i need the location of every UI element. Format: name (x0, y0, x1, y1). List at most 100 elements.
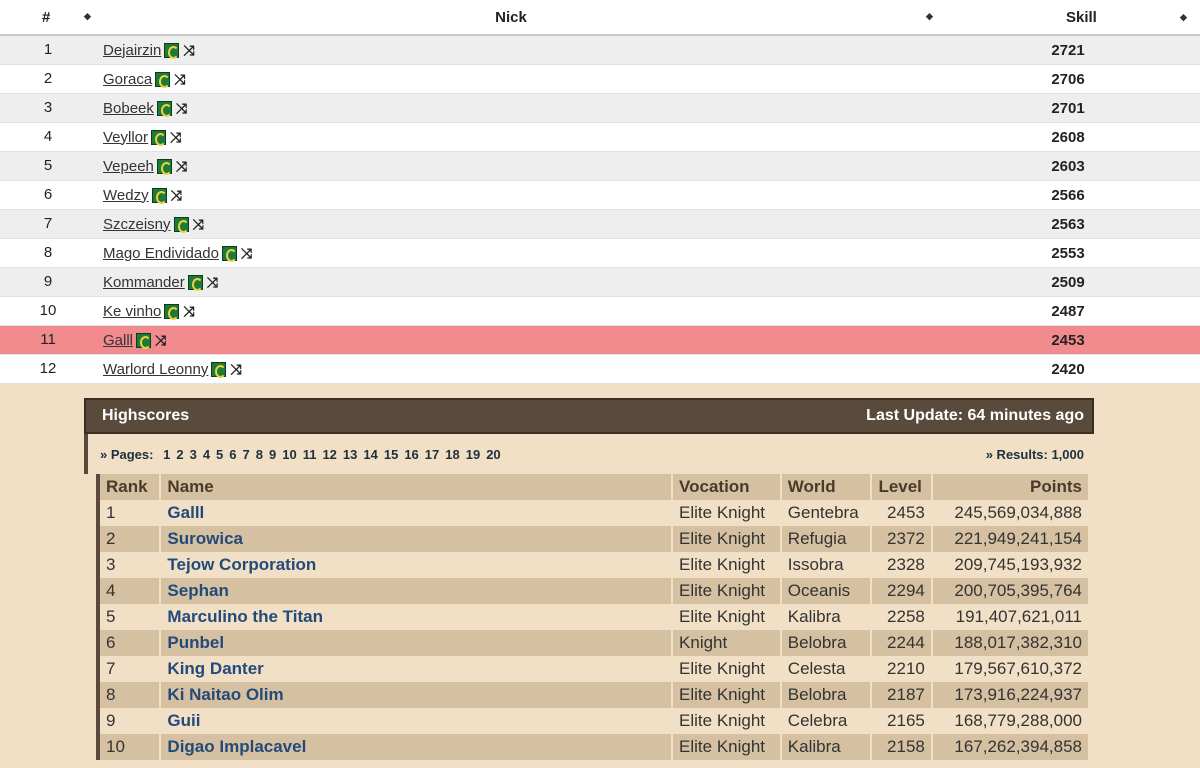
player-link[interactable]: Goraca (103, 71, 152, 88)
player-link[interactable]: Wedzy (103, 187, 149, 204)
tibia-icon[interactable] (164, 303, 180, 320)
page-link[interactable]: 10 (282, 447, 296, 462)
character-link[interactable]: Sephan (160, 578, 674, 604)
shuffle-icon[interactable]: ⤨ (183, 304, 194, 318)
page-link[interactable]: 9 (269, 447, 276, 462)
tibia-icon[interactable] (221, 245, 237, 262)
col-vocation: Vocation (672, 474, 782, 500)
player-link[interactable]: Veyllor (103, 129, 148, 146)
page-link[interactable]: 4 (203, 447, 210, 462)
character-link[interactable]: Marculino the Titan (160, 604, 674, 630)
player-link[interactable]: Ke vinho (103, 303, 161, 320)
shuffle-icon[interactable]: ⤨ (230, 362, 241, 376)
world-cell: Belobra (780, 630, 873, 656)
page-link[interactable]: 11 (303, 447, 317, 462)
nick-cell: Goraca ⤨ (103, 71, 993, 88)
page-link[interactable]: 15 (384, 447, 398, 462)
skill-cell: 2706 (1051, 70, 1085, 88)
player-link[interactable]: Szczeisny (103, 216, 171, 233)
character-link[interactable]: Guii (160, 708, 674, 734)
character-link[interactable]: Ki Naitao Olim (160, 682, 674, 708)
vocation-cell: Elite Knight (672, 604, 782, 630)
skill-header[interactable]: Skill ◆ (1066, 9, 1200, 26)
highscores-table: Rank Name Vocation World Level Points 1G… (100, 474, 1091, 760)
character-link[interactable]: Galll (160, 500, 674, 526)
tibia-icon[interactable] (155, 71, 171, 88)
rank-header[interactable]: # ◆ (0, 9, 96, 26)
shuffle-icon[interactable]: ⤨ (241, 246, 252, 260)
player-link[interactable]: Galll (103, 332, 133, 349)
tibia-icon[interactable] (211, 361, 227, 378)
page-link[interactable]: 18 (445, 447, 459, 462)
character-link[interactable]: King Danter (160, 656, 674, 682)
table-row: 1 Galll Elite Knight Gentebra 2453 245,569,03… (100, 500, 1091, 526)
shuffle-icon[interactable]: ⤨ (155, 333, 166, 347)
page-link[interactable]: 2 (176, 447, 183, 462)
page-link[interactable]: 1 (163, 447, 170, 462)
highscores-header: Highscores Last Update: 64 minutes ago (84, 398, 1094, 434)
player-link[interactable]: Warlord Leonny (103, 361, 208, 378)
tibia-icon[interactable] (156, 100, 172, 117)
player-link[interactable]: Dejairzin (103, 42, 161, 59)
sort-icon[interactable]: ◆ (84, 11, 91, 22)
shuffle-icon[interactable]: ⤨ (174, 72, 185, 86)
skill-cell: 2420 (1051, 360, 1085, 378)
world-cell: Gentebra (780, 500, 873, 526)
sort-icon[interactable]: ◆ (926, 11, 933, 22)
tibia-icon[interactable] (187, 274, 203, 291)
player-link[interactable]: Bobeek (103, 100, 154, 117)
tibia-icon[interactable] (151, 187, 167, 204)
page-link[interactable]: 13 (343, 447, 357, 462)
page-link[interactable]: 12 (322, 447, 336, 462)
world-cell: Celebra (780, 708, 873, 734)
page-link[interactable]: 14 (363, 447, 377, 462)
tibia-icon[interactable] (151, 129, 167, 146)
skill-cell: 2603 (1051, 157, 1085, 175)
shuffle-icon[interactable]: ⤨ (207, 275, 218, 289)
world-cell: Kalibra (780, 604, 873, 630)
tibia-icon[interactable] (173, 216, 189, 233)
pagination-bar: » Pages: 1 2 3 4 5 6 7 8 9 10 11 12 13 14 15 16 17 18 19 20… (84, 434, 1094, 474)
character-link[interactable]: Punbel (160, 630, 674, 656)
tibia-icon[interactable] (156, 158, 172, 175)
page-link[interactable]: 17 (425, 447, 439, 462)
page-link[interactable]: 8 (256, 447, 263, 462)
page-link[interactable]: 3 (190, 447, 197, 462)
character-link[interactable]: Digao Implacavel (160, 734, 674, 760)
points-cell: 200,705,395,764 (931, 578, 1091, 604)
shuffle-icon[interactable]: ⤨ (176, 101, 187, 115)
rank-cell: 2 (100, 526, 162, 552)
shuffle-icon[interactable]: ⤨ (170, 130, 181, 144)
tibia-icon[interactable] (136, 332, 152, 349)
table-row: 6 Wedzy ⤨ 2566 (0, 181, 1200, 210)
shuffle-icon[interactable]: ⤨ (183, 43, 194, 57)
vocation-cell: Elite Knight (672, 500, 782, 526)
page-link[interactable]: 20 (486, 447, 500, 462)
page-link[interactable]: 5 (216, 447, 223, 462)
level-cell: 2165 (871, 708, 933, 734)
player-link[interactable]: Mago Endividado (103, 245, 219, 262)
page-link[interactable]: 16 (404, 447, 418, 462)
rank-cell: 8 (100, 682, 162, 708)
sort-icon[interactable]: ◆ (1180, 12, 1187, 23)
shuffle-icon[interactable]: ⤨ (193, 217, 204, 231)
character-link[interactable]: Tejow Corporation (160, 552, 674, 578)
nick-header[interactable]: Nick (96, 9, 926, 26)
world-cell: Belobra (780, 682, 873, 708)
rank-cell: 1 (100, 500, 162, 526)
table-row: 8 Mago Endividado ⤨ 2553 (0, 239, 1200, 268)
world-cell: Oceanis (780, 578, 873, 604)
player-link[interactable]: Vepeeh (103, 158, 154, 175)
col-points: Points (931, 474, 1091, 500)
page-link[interactable]: 7 (243, 447, 250, 462)
character-link[interactable]: Surowica (160, 526, 674, 552)
page-link[interactable]: 6 (229, 447, 236, 462)
shuffle-icon[interactable]: ⤨ (176, 159, 187, 173)
vocation-cell: Elite Knight (672, 708, 782, 734)
player-link[interactable]: Kommander (103, 274, 185, 291)
skill-cell: 2721 (1051, 41, 1085, 59)
tibia-icon[interactable] (164, 42, 180, 59)
rank-cell: 6 (100, 630, 162, 656)
shuffle-icon[interactable]: ⤨ (171, 188, 182, 202)
page-link[interactable]: 19 (466, 447, 480, 462)
